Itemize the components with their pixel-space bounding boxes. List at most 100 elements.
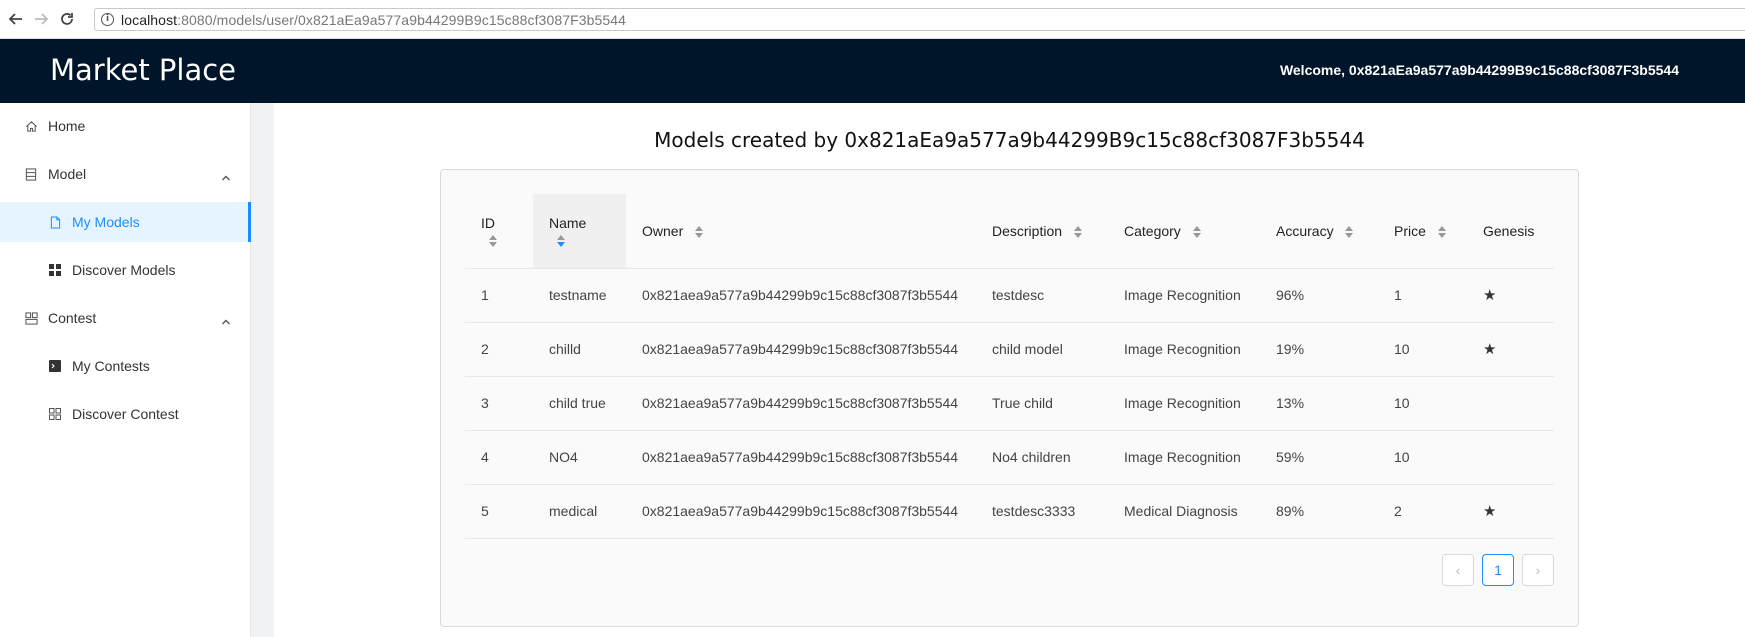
- cell-accuracy: 96%: [1260, 268, 1378, 323]
- file-icon: [48, 215, 62, 229]
- sidebar-item-label: Contest: [48, 310, 97, 326]
- cell-accuracy: 59%: [1260, 430, 1378, 485]
- column-header-name[interactable]: Name: [533, 194, 626, 269]
- page-1-button[interactable]: 1: [1482, 554, 1514, 586]
- url-text: localhost:8080/models/user/0x821aEa9a577…: [121, 12, 626, 28]
- prev-page-button[interactable]: ‹: [1442, 554, 1474, 586]
- cell-price: 2: [1378, 484, 1467, 539]
- cell-category: Image Recognition: [1108, 322, 1260, 377]
- sidebar: Home Model My Models Discover Models Con…: [0, 103, 251, 637]
- cell-description: No4 children: [976, 430, 1108, 485]
- column-header-accuracy[interactable]: Accuracy: [1260, 194, 1378, 269]
- table-row[interactable]: 4 NO4 0x821aea9a577a9b44299b9c15c88cf308…: [465, 430, 1554, 485]
- cell-name: testname: [533, 268, 626, 323]
- column-header-label: Owner: [642, 222, 684, 239]
- sidebar-item-label: My Contests: [72, 358, 150, 374]
- star-icon: ★: [1483, 286, 1497, 304]
- next-page-button[interactable]: ›: [1522, 554, 1554, 586]
- sort-icon[interactable]: [1345, 226, 1354, 239]
- cell-owner: 0x821aea9a577a9b44299b9c15c88cf3087f3b55…: [626, 322, 976, 377]
- cell-owner: 0x821aea9a577a9b44299b9c15c88cf3087f3b55…: [626, 376, 976, 431]
- sidebar-item-label: Discover Contest: [72, 406, 179, 422]
- column-header-label: Name: [549, 214, 587, 231]
- table-row[interactable]: 1 testname 0x821aea9a577a9b44299b9c15c88…: [465, 268, 1554, 323]
- sort-icon[interactable]: [489, 234, 497, 247]
- cell-category: Image Recognition: [1108, 376, 1260, 431]
- sort-icon[interactable]: [1192, 226, 1201, 239]
- table-row[interactable]: 5 medical 0x821aea9a577a9b44299b9c15c88c…: [465, 484, 1554, 539]
- sidebar-item-label: Home: [48, 118, 86, 134]
- database-icon: [24, 167, 38, 181]
- cell-name: chilld: [533, 322, 626, 377]
- page-title: Models created by 0x821aEa9a577a9b44299B…: [654, 128, 1365, 152]
- url-host: localhost: [121, 11, 178, 28]
- cell-owner: 0x821aea9a577a9b44299b9c15c88cf3087f3b55…: [626, 484, 976, 539]
- column-header-genesis: Genesis: [1467, 194, 1554, 269]
- sidebar-item-discover-contest[interactable]: Discover Contest: [0, 394, 251, 434]
- info-icon[interactable]: i: [101, 13, 114, 26]
- sidebar-submenu-contest[interactable]: Contest: [0, 298, 251, 338]
- table-row[interactable]: 2 chilld 0x821aea9a577a9b44299b9c15c88cf…: [465, 322, 1554, 377]
- column-header-category[interactable]: Category: [1108, 194, 1260, 269]
- cell-id: 2: [465, 322, 533, 377]
- cell-accuracy: 89%: [1260, 484, 1378, 539]
- cell-price: 1: [1378, 268, 1467, 323]
- cell-id: 1: [465, 268, 533, 323]
- sort-icon[interactable]: [1073, 226, 1082, 239]
- column-header-id[interactable]: ID: [465, 194, 533, 269]
- code-icon: [48, 359, 62, 373]
- cell-description: testdesc: [976, 268, 1108, 323]
- cell-price: 10: [1378, 430, 1467, 485]
- address-bar[interactable]: i localhost:8080/models/user/0x821aEa9a5…: [94, 8, 1745, 31]
- column-header-label: Accuracy: [1276, 222, 1334, 239]
- chevron-up-icon: [221, 169, 231, 185]
- brand-title[interactable]: Market Place: [50, 53, 236, 87]
- table-row[interactable]: 3 child true 0x821aea9a577a9b44299b9c15c…: [465, 376, 1554, 431]
- table-header-row: ID Name Owner Description Category Accur…: [465, 194, 1554, 269]
- cell-price: 10: [1378, 376, 1467, 431]
- cell-accuracy: 13%: [1260, 376, 1378, 431]
- url-path: :8080/models/user/0x821aEa9a577a9b44299B…: [177, 11, 627, 28]
- cell-description: child model: [976, 322, 1108, 377]
- sort-icon[interactable]: [1437, 226, 1446, 239]
- welcome-text: Welcome, 0x821aEa9a577a9b44299B9c15c88cf…: [1279, 62, 1679, 78]
- column-header-description[interactable]: Description: [976, 194, 1108, 269]
- forward-arrow-icon[interactable]: [31, 9, 51, 29]
- sidebar-item-my-models[interactable]: My Models: [0, 202, 251, 242]
- app-header: Market Place Welcome, 0x821aEa9a577a9b44…: [0, 39, 1745, 103]
- reload-icon[interactable]: [57, 9, 77, 29]
- cell-owner: 0x821aea9a577a9b44299b9c15c88cf3087f3b55…: [626, 268, 976, 323]
- sidebar-item-home[interactable]: Home: [0, 106, 251, 146]
- column-header-label: Genesis: [1483, 222, 1535, 239]
- cell-category: Image Recognition: [1108, 430, 1260, 485]
- column-header-owner[interactable]: Owner: [626, 194, 976, 269]
- cell-accuracy: 19%: [1260, 322, 1378, 377]
- models-table: ID Name Owner Description Category Accur…: [465, 194, 1554, 539]
- column-header-price[interactable]: Price: [1378, 194, 1467, 269]
- cell-id: 3: [465, 376, 533, 431]
- sidebar-submenu-model[interactable]: Model: [0, 154, 251, 194]
- star-icon: ★: [1483, 502, 1497, 520]
- column-header-label: Price: [1394, 222, 1426, 239]
- cell-description: testdesc3333: [976, 484, 1108, 539]
- build-icon: [24, 311, 38, 325]
- cell-owner: 0x821aea9a577a9b44299b9c15c88cf3087f3b55…: [626, 430, 976, 485]
- appstore-icon: [48, 263, 62, 277]
- cell-description: True child: [976, 376, 1108, 431]
- layout-gutter: [251, 103, 274, 637]
- star-icon: ★: [1483, 340, 1497, 358]
- sort-icon[interactable]: [695, 226, 704, 239]
- sidebar-item-label: Discover Models: [72, 262, 176, 278]
- browser-toolbar: i localhost:8080/models/user/0x821aEa9a5…: [0, 0, 1745, 39]
- sidebar-item-discover-models[interactable]: Discover Models: [0, 250, 251, 290]
- column-header-label: ID: [481, 214, 495, 231]
- sidebar-item-my-contests[interactable]: My Contests: [0, 346, 251, 386]
- column-header-label: Description: [992, 222, 1063, 239]
- back-arrow-icon[interactable]: [6, 9, 26, 29]
- sidebar-item-label: Model: [48, 166, 87, 182]
- cell-price: 10: [1378, 322, 1467, 377]
- sort-descending-icon[interactable]: [557, 234, 565, 247]
- home-icon: [24, 119, 38, 133]
- models-table-card: ID Name Owner Description Category Accur…: [440, 169, 1579, 627]
- grid-icon: [48, 407, 62, 421]
